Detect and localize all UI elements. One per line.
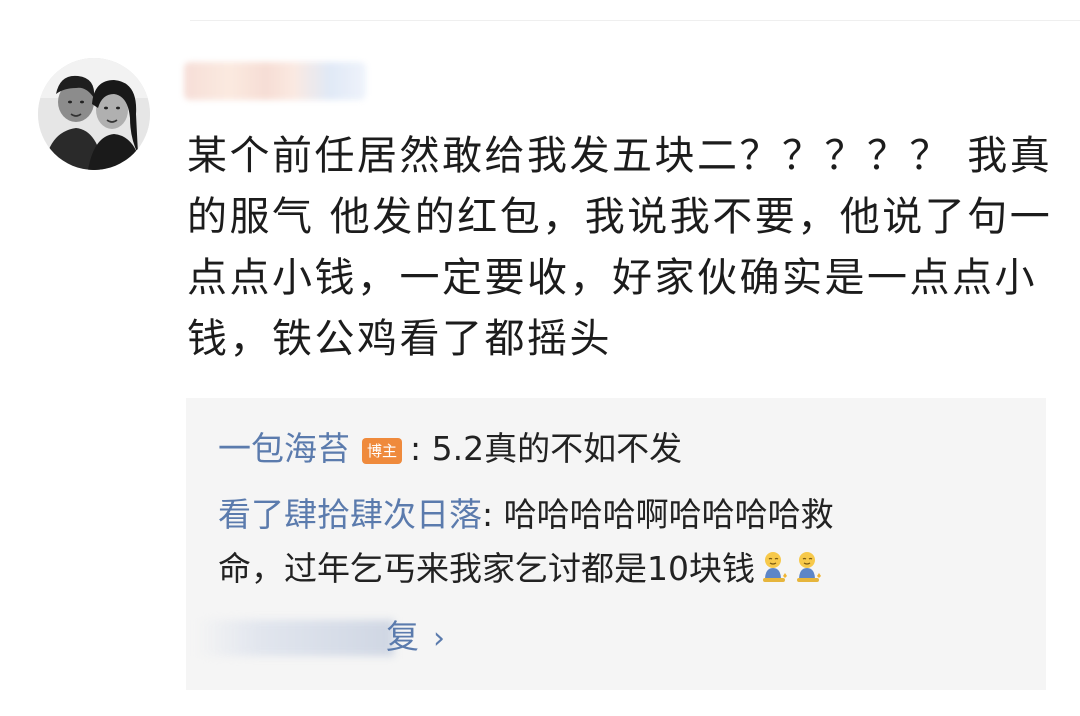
top-divider	[190, 20, 1080, 21]
reply-item: 看了肆拾肆次日落: 哈哈哈哈啊哈哈哈哈救	[218, 490, 834, 540]
chevron-right-icon: ›	[433, 621, 445, 656]
more-replies-link[interactable]: 复 ›	[386, 614, 445, 662]
reply-username[interactable]: 看了肆拾肆次日落	[218, 495, 482, 534]
reply-item: 一包海苔 博主 : 5.2真的不如不发	[218, 424, 682, 474]
kneeling-emoji	[793, 548, 823, 582]
reply-item-continued: 命，过年乞丐来我家乞讨都是10块钱	[218, 544, 823, 594]
reply-text: : 哈哈哈哈啊哈哈哈哈救	[482, 495, 834, 534]
avatar-photo	[38, 58, 150, 170]
reply-username[interactable]: 一包海苔	[218, 429, 350, 468]
author-badge: 博主	[362, 438, 403, 464]
comment-text: 某个前任居然敢给我发五块二？？？？？ 我真的服气 他发的红包，我说我不要，他说了…	[187, 133, 1053, 362]
reply-text: 命，过年乞丐来我家乞讨都是10块钱	[218, 549, 755, 588]
username[interactable]	[184, 62, 366, 100]
more-replies-blur	[196, 620, 394, 656]
kneeling-emoji	[759, 548, 789, 582]
avatar[interactable]	[38, 58, 150, 170]
more-replies-label: 复	[386, 617, 419, 656]
reply-text: : 5.2真的不如不发	[410, 429, 683, 468]
